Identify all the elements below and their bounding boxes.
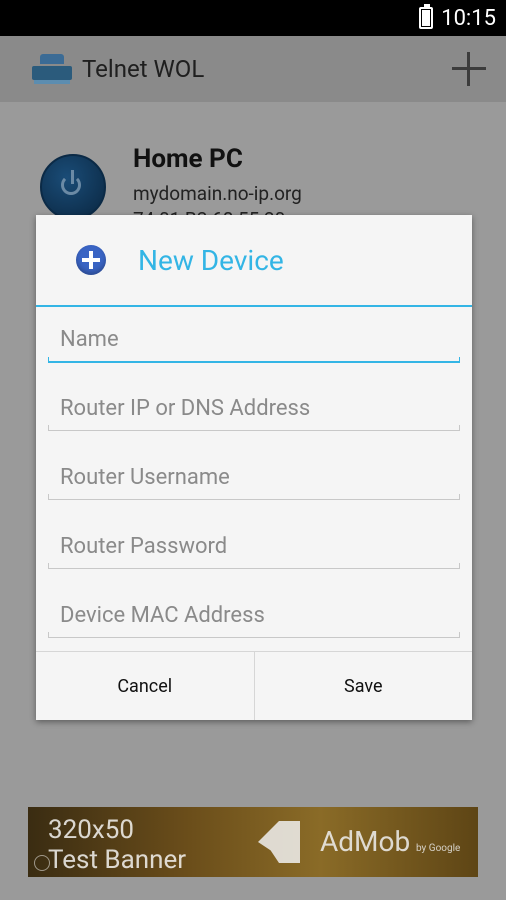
- ad-text: 320x50 Test Banner: [48, 815, 186, 875]
- device-mac-input[interactable]: [48, 603, 460, 628]
- app-router-icon: [32, 54, 72, 84]
- form-fields: [36, 307, 472, 652]
- device-mac-underline: [48, 632, 460, 638]
- status-time: 10:15: [441, 5, 496, 31]
- router-username-field-wrapper: [48, 445, 460, 514]
- ad-by-google: by Google: [416, 843, 461, 854]
- dialog-buttons: Cancel Save: [36, 651, 472, 720]
- app-title: Telnet WOL: [82, 55, 205, 83]
- add-device-button[interactable]: [452, 52, 486, 86]
- ad-banner[interactable]: 320x50 Test Banner AdMob by Google: [28, 807, 478, 877]
- status-bar: 10:15: [0, 0, 506, 36]
- router-username-input[interactable]: [48, 465, 460, 490]
- router-password-input[interactable]: [48, 534, 460, 559]
- router-address-underline: [48, 425, 460, 431]
- name-input[interactable]: [48, 327, 460, 352]
- ad-line-1: 320x50: [48, 815, 134, 845]
- plus-circle-icon: [76, 245, 106, 275]
- router-address-field-wrapper: [48, 376, 460, 445]
- power-icon[interactable]: [40, 154, 106, 220]
- dialog-title: New Device: [138, 243, 284, 277]
- ad-line-2: Test Banner: [48, 845, 187, 875]
- save-button[interactable]: Save: [253, 652, 473, 720]
- router-password-underline: [48, 563, 460, 569]
- dialog-header: New Device: [36, 215, 472, 307]
- info-icon[interactable]: [34, 855, 50, 871]
- router-address-input[interactable]: [48, 396, 460, 421]
- ad-brand: AdMob: [320, 825, 411, 858]
- action-bar: Telnet WOL: [0, 36, 506, 102]
- device-name: Home PC: [133, 144, 243, 174]
- cancel-button[interactable]: Cancel: [36, 652, 254, 720]
- battery-icon: [419, 4, 434, 29]
- name-underline: [48, 357, 460, 363]
- device-mac-field-wrapper: [48, 583, 460, 652]
- name-field-wrapper: [48, 307, 460, 376]
- device-host: mydomain.no-ip.org: [133, 182, 302, 205]
- new-device-dialog: New Device Cancel Save: [36, 215, 472, 720]
- admob-logo-icon: [258, 821, 300, 863]
- router-password-field-wrapper: [48, 514, 460, 583]
- router-username-underline: [48, 494, 460, 500]
